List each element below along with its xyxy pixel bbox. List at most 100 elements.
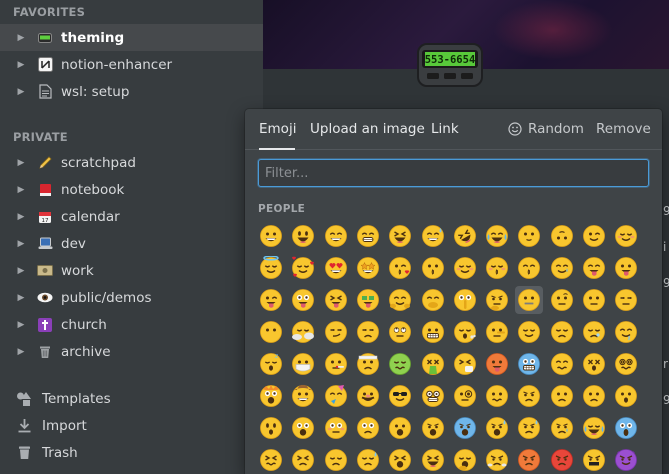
emoji-expressionless[interactable] xyxy=(612,286,640,314)
pager-icon[interactable]: 553-6654 xyxy=(415,42,485,88)
emoji-sleeping[interactable]: z xyxy=(257,350,285,378)
emoji-grimace[interactable] xyxy=(419,318,447,346)
emoji-yum[interactable] xyxy=(580,254,608,282)
emoji-exhaling[interactable] xyxy=(451,318,479,346)
emoji-kiss-heart[interactable] xyxy=(386,254,414,282)
emoji-unamused[interactable] xyxy=(354,318,382,346)
emoji-weary[interactable] xyxy=(386,446,414,474)
emoji-cowboy[interactable] xyxy=(289,382,317,410)
chevron-right-icon[interactable]: ▶ xyxy=(16,87,26,97)
emoji-cold[interactable] xyxy=(515,350,543,378)
emoji-angry[interactable] xyxy=(548,446,576,474)
emoji-neutral[interactable] xyxy=(580,286,608,314)
emoji-smiling-face[interactable] xyxy=(451,254,479,282)
tab-upload-image[interactable]: Upload an image xyxy=(310,121,425,137)
emoji-kissing-closed-eyes[interactable] xyxy=(483,254,511,282)
emoji-cursing[interactable] xyxy=(580,446,608,474)
emoji-halo[interactable] xyxy=(257,254,285,282)
chevron-right-icon[interactable]: ▶ xyxy=(16,158,26,168)
sidebar-item-notebook[interactable]: ▶ notebook xyxy=(0,176,263,203)
emoji-persevering[interactable] xyxy=(289,446,317,474)
emoji-vomiting[interactable] xyxy=(419,350,447,378)
sidebar-item-scratchpad[interactable]: ▶ scratchpad xyxy=(0,149,263,176)
emoji-tired[interactable] xyxy=(419,446,447,474)
sidebar-item-archive[interactable]: ▶ archive xyxy=(0,338,263,365)
emoji-screaming[interactable] xyxy=(612,414,640,442)
remove-button[interactable]: Remove xyxy=(596,121,651,137)
chevron-right-icon[interactable]: ▶ xyxy=(16,347,26,357)
emoji-grinning-big-eyes[interactable] xyxy=(289,222,317,250)
emoji-nauseated[interactable] xyxy=(386,350,414,378)
emoji-zipper[interactable] xyxy=(515,286,544,314)
emoji-thermometer[interactable] xyxy=(322,350,350,378)
emoji-sunglasses[interactable] xyxy=(386,382,414,410)
emoji-winking-tongue[interactable] xyxy=(257,286,285,314)
import-button[interactable]: Import xyxy=(0,412,263,439)
emoji-squinting-laugh[interactable] xyxy=(386,222,414,250)
sidebar-item-theming[interactable]: ▶ theming xyxy=(0,24,263,51)
emoji-upside-down[interactable] xyxy=(548,222,576,250)
sidebar-item-work[interactable]: ▶ work xyxy=(0,257,263,284)
chevron-right-icon[interactable]: ▶ xyxy=(16,293,26,303)
emoji-thinking[interactable] xyxy=(483,286,511,314)
emoji-dizzy[interactable] xyxy=(580,350,608,378)
tab-link[interactable]: Link xyxy=(431,121,459,137)
emoji-sleepy[interactable] xyxy=(580,318,608,346)
emoji-anguished[interactable] xyxy=(419,414,447,442)
emoji-partying[interactable] xyxy=(322,382,350,410)
sidebar-item-public-demos[interactable]: ▶ public/demos xyxy=(0,284,263,311)
emoji-lying[interactable] xyxy=(483,318,511,346)
sidebar-item-wsl-setup[interactable]: ▶ wsl: setup xyxy=(0,78,263,105)
emoji-yawning[interactable] xyxy=(451,446,479,474)
emoji-rofl[interactable] xyxy=(451,222,479,250)
emoji-sweat-smile[interactable] xyxy=(419,222,447,250)
emoji-monocle[interactable] xyxy=(451,382,479,410)
emoji-disappointed[interactable] xyxy=(322,446,350,474)
emoji-hugging[interactable] xyxy=(386,286,414,314)
emoji-frowning-open[interactable] xyxy=(386,414,414,442)
emoji-pouting[interactable] xyxy=(515,446,543,474)
emoji-nerd[interactable] xyxy=(419,382,447,410)
chevron-right-icon[interactable]: ▶ xyxy=(16,33,26,43)
emoji-anxious-sweat[interactable] xyxy=(483,414,511,442)
emoji-money-mouth[interactable] xyxy=(354,286,382,314)
emoji-raised-eyebrow[interactable] xyxy=(548,286,576,314)
emoji-beaming[interactable] xyxy=(354,222,382,250)
emoji-sad-relieved[interactable] xyxy=(515,414,543,442)
emoji-tongue[interactable] xyxy=(612,254,640,282)
emoji-downcast-sweat[interactable] xyxy=(354,446,382,474)
emoji-hushed[interactable] xyxy=(257,414,285,442)
emoji-kissing[interactable] xyxy=(419,254,447,282)
emoji-confounded[interactable] xyxy=(257,446,285,474)
emoji-smile-tear[interactable] xyxy=(548,254,576,282)
sidebar-item-calendar[interactable]: ▶ 17 calendar xyxy=(0,203,263,230)
emoji-slight-smile[interactable] xyxy=(515,222,543,250)
chevron-right-icon[interactable]: ▶ xyxy=(16,266,26,276)
templates-button[interactable]: Templates xyxy=(0,385,263,412)
tab-emoji[interactable]: Emoji xyxy=(259,121,296,137)
chevron-right-icon[interactable]: ▶ xyxy=(16,212,26,222)
emoji-blush[interactable] xyxy=(612,222,640,250)
chevron-right-icon[interactable]: ▶ xyxy=(16,239,26,249)
emoji-hearts[interactable] xyxy=(289,254,317,282)
emoji-woozy[interactable] xyxy=(548,350,576,378)
emoji-steam-nose[interactable] xyxy=(483,446,511,474)
emoji-devil[interactable] xyxy=(612,446,640,474)
sidebar-item-notion-enhancer[interactable]: ▶ notion-enhancer xyxy=(0,51,263,78)
emoji-spiral-eyes[interactable] xyxy=(612,350,640,378)
emoji-fearful[interactable] xyxy=(451,414,479,442)
filter-input[interactable] xyxy=(258,159,649,187)
emoji-wink[interactable] xyxy=(580,222,608,250)
emoji-grinning[interactable] xyxy=(257,222,285,250)
emoji-zany[interactable] xyxy=(289,286,317,314)
emoji-open-mouth[interactable] xyxy=(612,382,640,410)
emoji-squinting-tongue[interactable] xyxy=(322,286,350,314)
emoji-heart-eyes[interactable] xyxy=(322,254,350,282)
emoji-sneezing[interactable] xyxy=(451,350,479,378)
trash-button[interactable]: Trash xyxy=(0,439,263,466)
random-button[interactable]: Random xyxy=(508,121,584,137)
emoji-slight-frown[interactable] xyxy=(548,382,576,410)
emoji-bandage[interactable] xyxy=(354,350,382,378)
emoji-crying[interactable] xyxy=(548,414,576,442)
chevron-right-icon[interactable]: ▶ xyxy=(16,185,26,195)
